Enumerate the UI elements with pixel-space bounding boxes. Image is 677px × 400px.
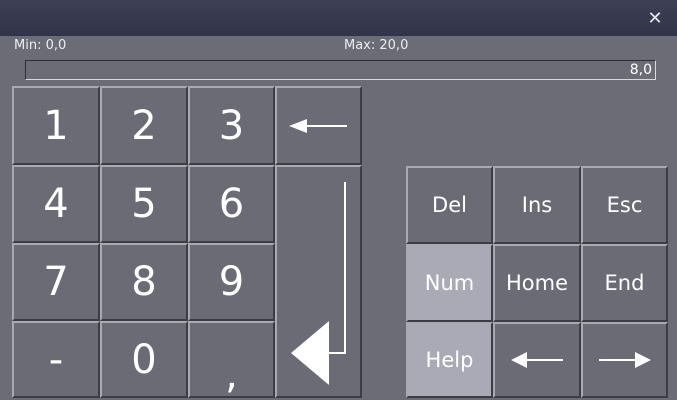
num-button[interactable]: Num <box>406 244 493 322</box>
key-5[interactable]: 5 <box>100 165 188 243</box>
key-7[interactable]: 7 <box>12 243 100 321</box>
esc-button[interactable]: Esc <box>581 166 668 244</box>
key-8[interactable]: 8 <box>100 243 188 321</box>
value-field[interactable]: 8,0 <box>25 60 656 80</box>
key-3[interactable]: 3 <box>188 86 275 165</box>
home-button[interactable]: Home <box>493 244 581 322</box>
max-label: Max: 20,0 <box>344 38 409 53</box>
enter-button[interactable] <box>275 165 362 398</box>
backspace-button[interactable] <box>275 86 362 165</box>
close-icon[interactable]: ✕ <box>641 8 669 30</box>
cursor-left-button[interactable] <box>493 322 581 398</box>
value-text: 8,0 <box>629 62 652 78</box>
arrow-right-icon <box>598 352 651 368</box>
key-6[interactable]: 6 <box>188 165 275 243</box>
del-button[interactable]: Del <box>406 166 493 244</box>
min-label: Min: 0,0 <box>14 38 67 53</box>
help-button[interactable]: Help <box>406 322 493 398</box>
title-bar: ✕ <box>0 0 677 36</box>
end-button[interactable]: End <box>581 244 668 322</box>
backspace-arrow-icon <box>288 118 347 133</box>
enter-icon <box>291 182 346 385</box>
key-1[interactable]: 1 <box>12 86 100 165</box>
key-4[interactable]: 4 <box>12 165 100 243</box>
key-2[interactable]: 2 <box>100 86 188 165</box>
key-0[interactable]: 0 <box>100 321 188 398</box>
key-9[interactable]: 9 <box>188 243 275 321</box>
cursor-right-button[interactable] <box>581 322 668 398</box>
ins-button[interactable]: Ins <box>493 166 581 244</box>
key-minus[interactable]: - <box>12 321 100 398</box>
arrow-left-icon <box>511 352 563 368</box>
key-comma[interactable]: , <box>188 321 275 398</box>
